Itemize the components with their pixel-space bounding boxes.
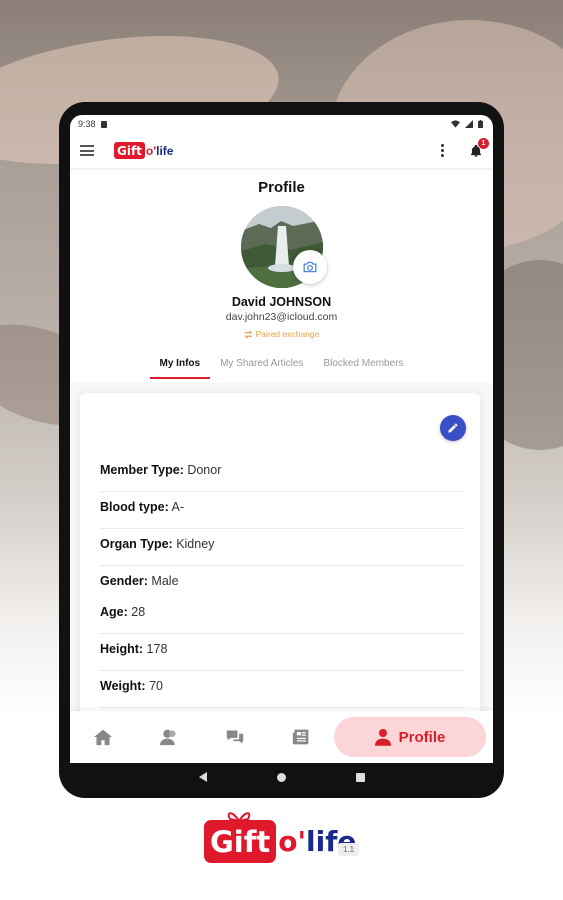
bow-icon (227, 812, 251, 822)
chat-icon (226, 730, 244, 744)
home-icon (94, 729, 112, 746)
info-row-weight: Weight: 70 (100, 671, 465, 708)
members-icon (160, 729, 176, 746)
info-card: Member Type: Donor Blood type: A- Organ … (80, 393, 480, 723)
back-icon[interactable] (198, 772, 207, 782)
tablet-device: 9:38 Gift o'life 1 Profile David JOHNSON… (59, 102, 504, 798)
page-title: Profile (258, 179, 305, 196)
notifications-button[interactable]: 1 (469, 137, 489, 158)
nav-profile-label: Profile (398, 728, 446, 746)
info-row-member-type: Member Type: Donor (100, 455, 465, 492)
signal-icon (465, 120, 473, 128)
app-screen: 9:38 Gift o'life 1 Profile David JOHNSON… (70, 115, 493, 763)
app-bar: Gift o'life 1 (70, 133, 493, 169)
brand-logo: Gift o'life (204, 812, 356, 863)
version-badge: 1.1 (338, 843, 360, 856)
notification-badge: 1 (478, 137, 489, 149)
battery-icon (478, 120, 483, 128)
pairing-status-label: Paired exchange (255, 329, 320, 339)
nav-profile[interactable]: Profile (334, 717, 486, 757)
nav-members[interactable] (136, 728, 202, 746)
info-row-age: Age: 28 (100, 597, 465, 634)
brand-gift: Gift (204, 812, 277, 863)
info-row-blood-type: Blood type: A- (100, 492, 465, 529)
nav-messages[interactable] (202, 728, 268, 746)
edit-profile-button[interactable] (440, 415, 466, 441)
newspaper-icon (292, 729, 309, 745)
camera-icon (303, 261, 316, 273)
user-name: David JOHNSON (231, 295, 332, 309)
user-icon (374, 729, 391, 746)
more-options-icon[interactable] (437, 144, 447, 157)
tab-my-shared-articles[interactable]: My Shared Articles (210, 354, 313, 379)
home-button-icon[interactable] (276, 772, 286, 782)
exchange-icon (243, 329, 253, 339)
tab-blocked-members[interactable]: Blocked Members (313, 354, 413, 379)
system-navigation-bar (70, 763, 493, 791)
profile-tabs: My Infos My Shared Articles Blocked Memb… (70, 354, 493, 379)
info-list: Member Type: Donor Blood type: A- Organ … (100, 455, 465, 708)
status-time: 9:38 (78, 119, 96, 129)
nav-home[interactable] (70, 728, 136, 746)
logo-gift: Gift (114, 142, 145, 159)
logo-olife: o'life (145, 143, 174, 158)
menu-icon[interactable] (80, 145, 94, 156)
pencil-icon (448, 423, 458, 433)
sim-icon (100, 120, 107, 128)
pairing-status: Paired exchange (70, 329, 493, 339)
wifi-icon (451, 120, 460, 128)
info-row-height: Height: 178 (100, 634, 465, 671)
tab-my-infos[interactable]: My Infos (149, 354, 211, 379)
change-photo-button[interactable] (292, 250, 327, 284)
avatar-container (240, 206, 327, 288)
status-bar: 9:38 (70, 115, 493, 133)
user-email: dav.john23@icloud.com (225, 311, 338, 323)
app-logo[interactable]: Gift o'life (114, 142, 173, 159)
info-row-organ-type: Organ Type: Kidney (100, 529, 465, 566)
bottom-navigation: Profile (70, 711, 493, 763)
nav-articles[interactable] (268, 728, 334, 746)
info-row-gender: Gender: Male (100, 574, 179, 588)
recent-apps-icon[interactable] (355, 772, 365, 782)
